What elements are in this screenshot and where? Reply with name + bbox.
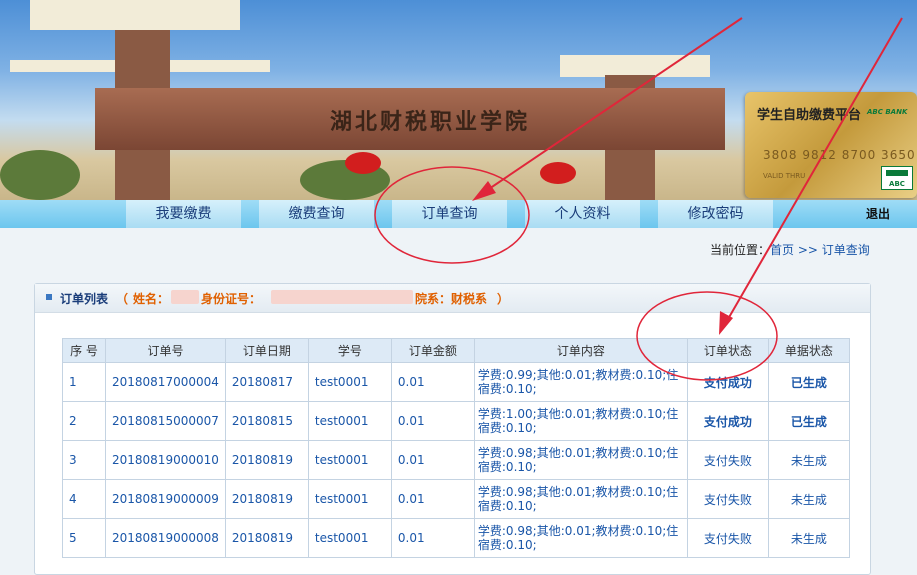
- table-row: 3 20180819000010 20180819 test0001 0.01 学费:0.…: [62, 440, 850, 480]
- cell-doc-status: 未生成: [767, 440, 850, 480]
- table-row: 1 20180817000004 20180817 test0001 0.01 学费:0.…: [62, 362, 850, 402]
- lantern: [540, 162, 576, 184]
- breadcrumb: 当前位置：首页 >> 订单查询: [710, 241, 870, 258]
- panel-close-paren: ）: [497, 292, 510, 306]
- col-no: 序 号: [62, 338, 106, 363]
- cell-order-date: 20180815: [224, 401, 309, 441]
- cell-order-status: 支付成功: [686, 401, 769, 441]
- cell-content: 学费:0.98;其他:0.01;教材费:0.10;住宿费:0.10;: [473, 518, 688, 558]
- col-content: 订单内容: [473, 338, 688, 363]
- col-order-date: 订单日期: [224, 338, 309, 363]
- cell-doc-status: 已生成: [767, 401, 850, 441]
- gate-roof: [30, 0, 240, 30]
- card-number: 3808 9812 8700 3650: [763, 148, 916, 162]
- nav-pay[interactable]: 我要缴费: [126, 200, 241, 228]
- school-name: 湖北财税职业学院: [330, 109, 531, 135]
- col-amount: 订单金额: [390, 338, 475, 363]
- cell-no: 5: [62, 518, 106, 558]
- name-redacted: [171, 290, 199, 304]
- breadcrumb-current: 订单查询: [821, 243, 870, 257]
- cell-amount: 0.01: [390, 440, 475, 480]
- cell-order-status: 支付失败: [686, 518, 769, 558]
- cell-student-id: test0001: [307, 362, 392, 402]
- breadcrumb-home[interactable]: 首页: [770, 243, 794, 257]
- cell-amount: 0.01: [390, 518, 475, 558]
- cell-amount: 0.01: [390, 362, 475, 402]
- lantern: [345, 152, 381, 174]
- cell-student-id: test0001: [307, 401, 392, 441]
- cell-amount: 0.01: [390, 401, 475, 441]
- cell-doc-status: 已生成: [767, 362, 850, 402]
- name-label: 姓名：: [133, 292, 170, 306]
- cell-order-no: 20180819000010: [105, 440, 226, 480]
- cell-content: 学费:1.00;其他:0.01;教材费:0.10;住宿费:0.10;: [473, 401, 688, 441]
- id-label: 身份证号：: [201, 292, 262, 306]
- breadcrumb-sep: >>: [797, 243, 818, 257]
- panel-title: 订单列表: [60, 292, 109, 306]
- cell-order-date: 20180819: [224, 518, 309, 558]
- cell-order-status: 支付失败: [686, 479, 769, 519]
- cell-content: 学费:0.99;其他:0.01;教材费:0.10;住宿费:0.10;: [473, 362, 688, 402]
- cell-amount: 0.01: [390, 479, 475, 519]
- tree-decoration: [0, 150, 80, 200]
- col-order-status: 订单状态: [686, 338, 769, 363]
- nav-profile[interactable]: 个人资料: [525, 200, 640, 228]
- gate-roof: [560, 55, 710, 77]
- logout-link[interactable]: 退出: [866, 200, 890, 228]
- cell-no: 3: [62, 440, 106, 480]
- cell-no: 4: [62, 479, 106, 519]
- card-sub: VALID THRU: [763, 172, 806, 180]
- header-banner: 湖北财税职业学院 学生自助缴费平台 ABC BANK 3808 9812 870…: [0, 0, 917, 200]
- table-header-row: 序 号 订单号 订单日期 学号 订单金额 订单内容 订单状态 单据状态: [62, 338, 850, 363]
- cell-order-date: 20180819: [224, 440, 309, 480]
- cell-content: 学费:0.98;其他:0.01;教材费:0.10;住宿费:0.10;: [473, 479, 688, 519]
- col-order-no: 订单号: [105, 338, 226, 363]
- cell-order-no: 20180817000004: [105, 362, 226, 402]
- panel-open-paren: （: [116, 292, 129, 306]
- cell-student-id: test0001: [307, 479, 392, 519]
- cell-doc-status: 未生成: [767, 479, 850, 519]
- card-bank: ABC BANK: [867, 108, 908, 116]
- nav-payment-query[interactable]: 缴费查询: [259, 200, 374, 228]
- panel-header: 订单列表 （ 姓名： 身份证号： 院系：财税系 ）: [35, 284, 870, 313]
- cell-student-id: test0001: [307, 518, 392, 558]
- cell-order-no: 20180819000009: [105, 479, 226, 519]
- breadcrumb-prefix: 当前位置：: [710, 243, 771, 257]
- main-nav: 我要缴费 缴费查询 订单查询 个人资料 修改密码 退出: [0, 200, 917, 228]
- card-title: 学生自助缴费平台: [757, 108, 862, 123]
- dept-label: 院系：财税系: [415, 292, 488, 306]
- cell-order-status: 支付失败: [686, 440, 769, 480]
- cell-order-no: 20180815000007: [105, 401, 226, 441]
- cell-order-no: 20180819000008: [105, 518, 226, 558]
- nav-change-password[interactable]: 修改密码: [658, 200, 773, 228]
- bullet-icon: [46, 294, 52, 300]
- cell-content: 学费:0.98;其他:0.01;教材费:0.10;住宿费:0.10;: [473, 440, 688, 480]
- abc-logo-icon: ABC: [881, 166, 913, 190]
- cell-doc-status: 未生成: [767, 518, 850, 558]
- table-row: 2 20180815000007 20180815 test0001 0.01 学费:1.…: [62, 401, 850, 441]
- id-redacted: [271, 290, 413, 304]
- cell-order-date: 20180817: [224, 362, 309, 402]
- orders-table: 序 号 订单号 订单日期 学号 订单金额 订单内容 订单状态 单据状态 1 201…: [62, 338, 850, 558]
- table-row: 4 20180819000009 20180819 test0001 0.01 学费:0.…: [62, 479, 850, 519]
- table-row: 5 20180819000008 20180819 test0001 0.01 学费:0.…: [62, 518, 850, 558]
- col-doc-status: 单据状态: [767, 338, 850, 363]
- bank-card-logo: 学生自助缴费平台 ABC BANK 3808 9812 8700 3650 VA…: [745, 92, 917, 198]
- col-student-id: 学号: [307, 338, 392, 363]
- cell-no: 1: [62, 362, 106, 402]
- cell-order-status: 支付成功: [686, 362, 769, 402]
- cell-no: 2: [62, 401, 106, 441]
- cell-order-date: 20180819: [224, 479, 309, 519]
- cell-student-id: test0001: [307, 440, 392, 480]
- nav-order-query[interactable]: 订单查询: [392, 200, 507, 228]
